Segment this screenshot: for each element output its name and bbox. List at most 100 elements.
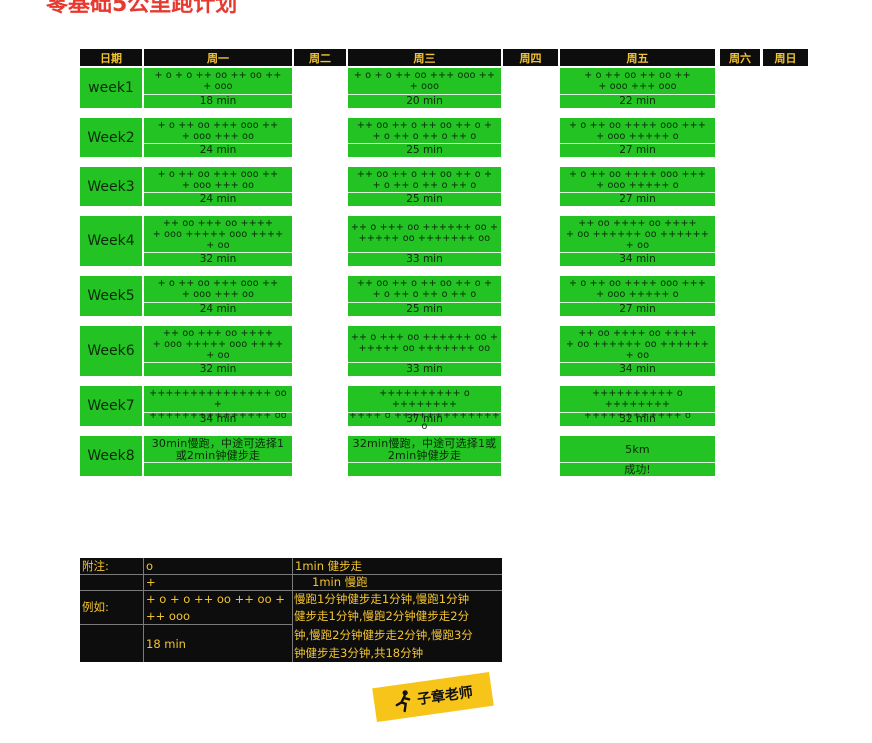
header-wed: 周三 [348, 49, 501, 66]
pattern: ++ o +++ oo ++++++ oo + +++++ oo +++++++… [350, 332, 499, 354]
duration: 25 min [348, 143, 501, 157]
duration: 22 min [560, 94, 715, 108]
duration: 34 min [144, 412, 292, 426]
example-pattern-cont: ++ ooo [146, 609, 191, 623]
duration: 33 min [348, 362, 501, 376]
cell-wed-week1: + o + o ++ oo +++ ooo ++ + ooo 20 min [348, 68, 501, 108]
cell-fri-week8: 5km 成功! [560, 436, 715, 476]
example-explanation-3: 钟,慢跑2分钟健步走2分钟,慢跑3分 [294, 628, 473, 642]
duration: 32 min [144, 362, 292, 376]
pattern: + o + o ++ oo ++ oo ++ + ooo [154, 70, 282, 92]
duration [144, 462, 292, 476]
cell-wed-week8: 32min慢跑，中途可选择1或 2min钟健步走 [348, 436, 501, 476]
duration: 27 min [560, 143, 715, 157]
week-label: week1 [80, 68, 142, 109]
pattern: ++ oo ++ o ++ oo ++ o + + o ++ o ++ o ++… [356, 120, 493, 142]
pattern: ++ oo ++++ oo ++++ + oo ++++++ oo ++++++… [565, 328, 709, 361]
duration: 32 min [144, 252, 292, 266]
duration: 34 min [560, 362, 715, 376]
cell-mon-week6: ++ oo +++ oo ++++ + ooo +++++ ooo ++++ +… [144, 326, 292, 376]
pattern: + o ++ oo ++++ ooo +++ + ooo +++++ o [569, 169, 706, 191]
cell-wed-week2: ++ oo ++ o ++ oo ++ o + + o ++ o ++ o ++… [348, 118, 501, 157]
cell-mon-week2: + o ++ oo +++ ooo ++ + ooo +++ oo 24 min [144, 118, 292, 157]
pattern: ++ oo ++ o ++ oo ++ o + + o ++ o ++ o ++… [356, 169, 493, 191]
duration: 24 min [144, 302, 292, 316]
cell-mon-week1: + o + o ++ oo ++ oo ++ + ooo 18 min [144, 68, 292, 108]
duration: 18 min [144, 94, 292, 108]
pattern: + o ++ oo +++ ooo ++ + ooo +++ oo [157, 169, 279, 191]
run-meaning: 1min 慢跑 [312, 575, 368, 589]
pattern: ++ o +++ oo ++++++ oo + +++++ oo +++++++… [350, 222, 499, 244]
runner-icon [395, 690, 411, 713]
week-label: Week3 [80, 167, 142, 207]
cell-mon-week4: ++ oo +++ oo ++++ + ooo +++++ ooo ++++ +… [144, 216, 292, 266]
example-label: 例如: [82, 600, 109, 614]
pattern: 32min慢跑，中途可选择1或 2min钟健步走 [352, 437, 497, 462]
pattern: ++ oo ++++ oo ++++ + oo ++++++ oo ++++++… [565, 218, 709, 251]
run-symbol: + [146, 575, 156, 589]
duration: 34 min [560, 252, 715, 266]
logo-text: 子章老师 [416, 684, 474, 709]
pattern: + o ++ oo ++ oo ++ + ooo +++ ooo [584, 70, 691, 92]
week-label: Week6 [80, 326, 142, 377]
cell-wed-week5: ++ oo ++ o ++ oo ++ o + + o ++ o ++ o ++… [348, 276, 501, 316]
example-pattern: + o + o ++ oo ++ oo + [146, 592, 285, 606]
pattern: + o ++ oo ++++ ooo +++ + ooo +++++ o [569, 120, 706, 142]
pattern: ++ oo +++ oo ++++ + ooo +++++ ooo ++++ +… [152, 218, 284, 251]
duration [348, 462, 501, 476]
duration: 27 min [560, 192, 715, 206]
page-title: 零基础5公里跑计划 [46, 0, 238, 17]
cell-wed-week4: ++ o +++ oo ++++++ oo + +++++ oo +++++++… [348, 216, 501, 266]
example-time: 18 min [146, 637, 186, 651]
walk-symbol: o [146, 559, 154, 573]
pattern: 30min慢跑，中途可选择1 或2min钟健步走 [151, 437, 285, 462]
week-label: Week8 [80, 436, 142, 477]
pattern: + o ++ oo +++ ooo ++ + ooo +++ oo [157, 278, 279, 300]
header-fri: 周五 [560, 49, 715, 66]
example-explanation-2: 健步走1分钟,慢跑2分钟健步走2分 [294, 609, 470, 623]
header-mon: 周一 [144, 49, 292, 66]
cell-mon-week7: +++++++++++++++ oo + +++++++++++++++ oo 3… [144, 386, 292, 426]
week-label: Week7 [80, 386, 142, 427]
duration: 成功! [560, 462, 715, 476]
example-explanation-1: 慢跑1分钟健步走1分钟,慢跑1分钟 [294, 592, 470, 606]
notes-table: 附注: o 1min 健步走 + 1min 慢跑 例如: + o + o ++ … [80, 558, 502, 662]
duration: 20 min [348, 94, 501, 108]
header-tue: 周二 [294, 49, 346, 66]
pattern: ++ oo ++ o ++ oo ++ o + + o ++ o ++ o ++… [356, 278, 493, 300]
cell-fri-week5: + o ++ oo ++++ ooo +++ + ooo +++++ o 27 m… [560, 276, 715, 316]
cell-wed-week6: ++ o +++ oo ++++++ oo + +++++ oo +++++++… [348, 326, 501, 376]
duration: 32 min [560, 412, 715, 426]
cell-wed-week7: ++++++++++ o ++++++++ ++++ o +++++++++++… [348, 386, 501, 432]
cell-fri-week7: ++++++++++ o ++++++++ ++++++++++++ o 32 m… [560, 386, 715, 426]
pattern: ++ oo +++ oo ++++ + ooo +++++ ooo ++++ +… [152, 328, 284, 361]
header-sun: 周日 [763, 49, 808, 66]
duration: 24 min [144, 192, 292, 206]
cell-fri-week2: + o ++ oo ++++ ooo +++ + ooo +++++ o 27 m… [560, 118, 715, 157]
cell-mon-week5: + o ++ oo +++ ooo ++ + ooo +++ oo 24 min [144, 276, 292, 316]
pattern: + o ++ oo ++++ ooo +++ + ooo +++++ o [569, 278, 706, 300]
header-date: 日期 [80, 49, 142, 66]
cell-wed-week3: ++ oo ++ o ++ oo ++ o + + o ++ o ++ o ++… [348, 167, 501, 206]
week-label: Week4 [80, 216, 142, 267]
duration: 25 min [348, 192, 501, 206]
pattern: + o + o ++ oo +++ ooo ++ + ooo [353, 70, 496, 92]
cell-mon-week8: 30min慢跑，中途可选择1 或2min钟健步走 [144, 436, 292, 476]
cell-mon-week3: + o ++ oo +++ ooo ++ + ooo +++ oo 24 min [144, 167, 292, 206]
header-thu: 周四 [503, 49, 558, 66]
pattern: + o ++ oo +++ ooo ++ + ooo +++ oo [157, 120, 279, 142]
duration: 27 min [560, 302, 715, 316]
cell-fri-week3: + o ++ oo ++++ ooo +++ + ooo +++++ o 27 m… [560, 167, 715, 206]
pattern: 5km [625, 443, 650, 456]
cell-fri-week4: ++ oo ++++ oo ++++ + oo ++++++ oo ++++++… [560, 216, 715, 266]
duration: 33 min [348, 252, 501, 266]
brand-logo: 子章老师 [372, 671, 494, 723]
example-explanation-4: 钟健步走3分钟,共18分钟 [294, 646, 424, 660]
notes-label: 附注: [82, 559, 109, 573]
week-label: Week2 [80, 118, 142, 158]
duration: 37 min [348, 412, 501, 426]
header-sat: 周六 [720, 49, 760, 66]
cell-fri-week1: + o ++ oo ++ oo ++ + ooo +++ ooo 22 min [560, 68, 715, 108]
cell-fri-week6: ++ oo ++++ oo ++++ + oo ++++++ oo ++++++… [560, 326, 715, 376]
duration: 25 min [348, 302, 501, 316]
